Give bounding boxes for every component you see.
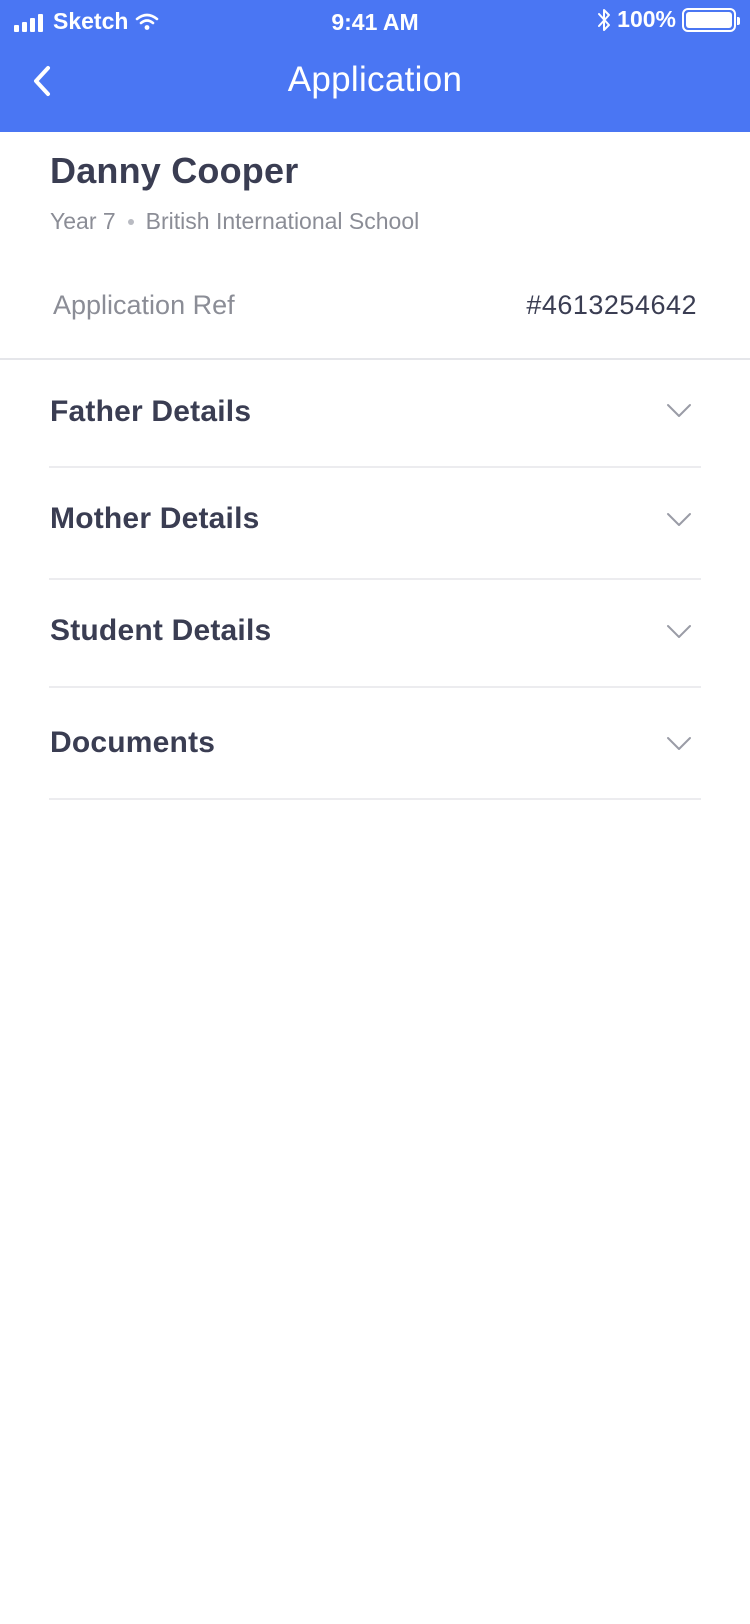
application-ref-value: #4613254642 <box>526 290 697 320</box>
student-year: Year 7 <box>50 208 116 234</box>
status-right: 100% <box>597 6 740 33</box>
nav-bar: Application <box>0 44 750 132</box>
status-bar: Sketch 9:41 AM 100% <box>0 0 750 44</box>
section-label: Mother Details <box>50 502 260 535</box>
section-label: Father Details <box>50 395 252 428</box>
application-ref-label: Application Ref <box>53 290 235 320</box>
battery-icon <box>682 7 740 32</box>
section-label: Documents <box>50 726 216 759</box>
student-school: British International School <box>145 208 420 234</box>
section-mother-details[interactable]: Mother Details <box>49 468 701 580</box>
header: Sketch 9:41 AM 100% Application <box>0 0 750 132</box>
chevron-down-icon <box>667 737 691 750</box>
section-documents[interactable]: Documents <box>49 688 701 800</box>
details-accordion: Father Details Mother Details Student De… <box>49 360 701 800</box>
page-title: Application <box>287 60 463 99</box>
chevron-down-icon <box>667 625 691 638</box>
section-student-details[interactable]: Student Details <box>49 580 701 688</box>
bluetooth-icon <box>598 8 611 31</box>
section-father-details[interactable]: Father Details <box>49 360 701 468</box>
battery-fill <box>686 11 732 28</box>
student-meta: Year 7 British International School <box>50 208 419 235</box>
profile-summary: Danny Cooper Year 7 British Internationa… <box>50 150 419 235</box>
application-ref-row: Application Ref #4613254642 <box>53 290 697 321</box>
chevron-down-icon <box>667 513 691 526</box>
separator-dot <box>127 218 134 225</box>
battery-percent: 100% <box>617 6 676 32</box>
section-label: Student Details <box>50 614 272 647</box>
student-name: Danny Cooper <box>50 150 299 191</box>
chevron-down-icon <box>667 404 691 417</box>
